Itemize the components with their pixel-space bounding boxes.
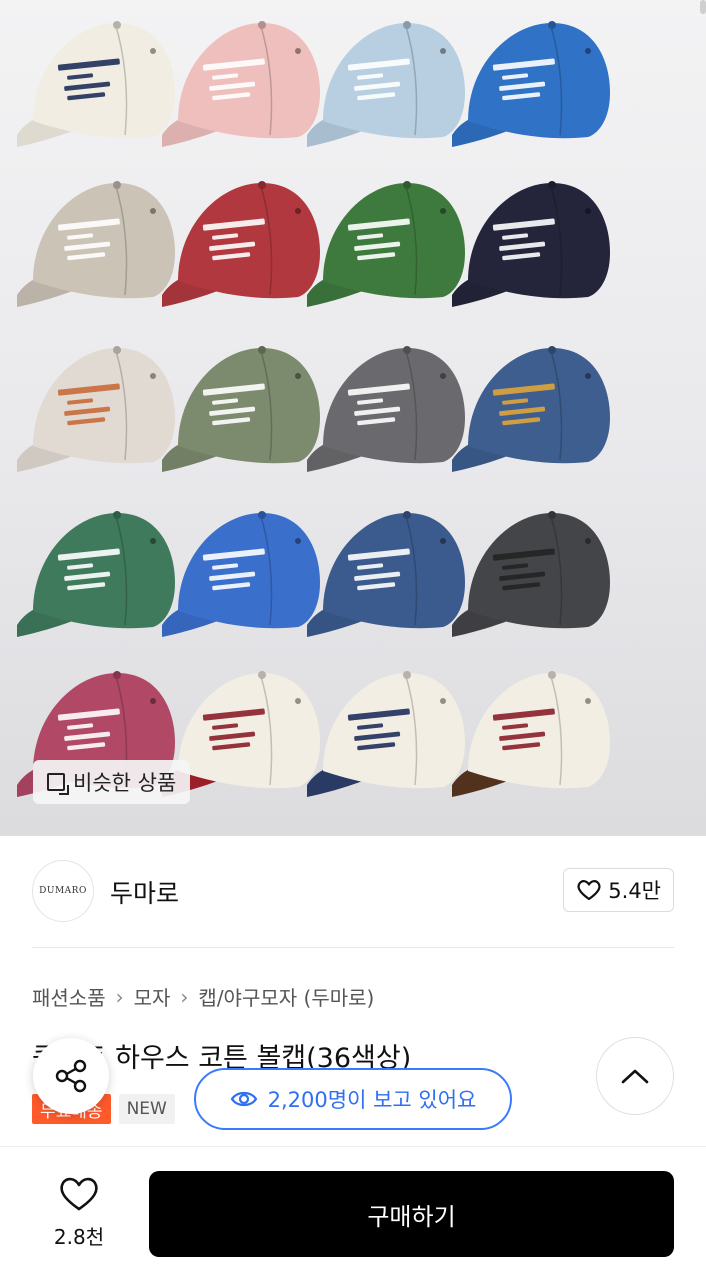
brand-logo-text: DUMARO bbox=[39, 886, 87, 896]
cap-image bbox=[307, 511, 465, 637]
heart-icon bbox=[60, 1177, 98, 1211]
cap-image bbox=[307, 671, 465, 797]
breadcrumb-item[interactable]: 모자 bbox=[134, 982, 171, 1011]
cap-image bbox=[307, 21, 465, 147]
viewers-text: 2,200명이 보고 있어요 bbox=[267, 1088, 477, 1112]
cap-image bbox=[452, 511, 610, 637]
bottom-action-bar: 2.8천 구매하기 bbox=[0, 1146, 706, 1281]
chevron-right-icon: › bbox=[115, 984, 124, 1009]
product-photo-caps bbox=[17, 21, 610, 797]
chevron-up-icon bbox=[621, 1069, 649, 1084]
divider bbox=[32, 947, 674, 948]
share-icon bbox=[55, 1059, 87, 1093]
cap-image bbox=[17, 21, 175, 147]
similar-products-button[interactable]: 비슷한 상품 bbox=[33, 760, 191, 804]
brand-row: DUMARO 두마로 5.4만 bbox=[32, 860, 674, 924]
brand-name[interactable]: 두마로 bbox=[110, 874, 179, 910]
viewers-indicator: 2,200명이 보고 있어요 bbox=[194, 1068, 512, 1130]
breadcrumb-item[interactable]: 패션소품 bbox=[32, 982, 106, 1011]
cap-image bbox=[162, 346, 320, 472]
buy-button[interactable]: 구매하기 bbox=[149, 1171, 674, 1257]
heart-icon bbox=[577, 880, 601, 901]
wishlist-count: 2.8천 bbox=[53, 1225, 105, 1249]
cap-image bbox=[17, 346, 175, 472]
brand-like-count: 5.4만 bbox=[608, 879, 661, 903]
chevron-right-icon: › bbox=[180, 984, 189, 1009]
cap-image bbox=[452, 181, 610, 307]
product-image[interactable]: 비슷한 상품 bbox=[0, 0, 706, 836]
breadcrumb-item[interactable]: 캡/야구모자 (두마로) bbox=[198, 982, 374, 1011]
new-badge: NEW bbox=[118, 1094, 175, 1124]
cap-image bbox=[452, 346, 610, 472]
cap-image bbox=[452, 671, 610, 797]
cap-image bbox=[162, 21, 320, 147]
cap-image bbox=[162, 181, 320, 307]
cap-image bbox=[452, 21, 610, 147]
cap-image bbox=[307, 346, 465, 472]
breadcrumb: 패션소품 › 모자 › 캡/야구모자 (두마로) bbox=[32, 982, 374, 1011]
cap-image bbox=[162, 511, 320, 637]
scrollbar[interactable] bbox=[700, 0, 706, 14]
similar-products-label: 비슷한 상품 bbox=[73, 771, 177, 795]
cap-image bbox=[17, 511, 175, 637]
share-button[interactable] bbox=[33, 1038, 109, 1114]
scroll-top-button[interactable] bbox=[596, 1037, 674, 1115]
cap-image bbox=[17, 181, 175, 307]
cap-image bbox=[307, 181, 465, 307]
brand-logo[interactable]: DUMARO bbox=[32, 860, 94, 922]
similar-icon bbox=[47, 773, 69, 795]
brand-like-button[interactable]: 5.4만 bbox=[563, 868, 674, 912]
eye-icon bbox=[230, 1091, 257, 1107]
wishlist-button[interactable]: 2.8천 bbox=[38, 1175, 120, 1250]
